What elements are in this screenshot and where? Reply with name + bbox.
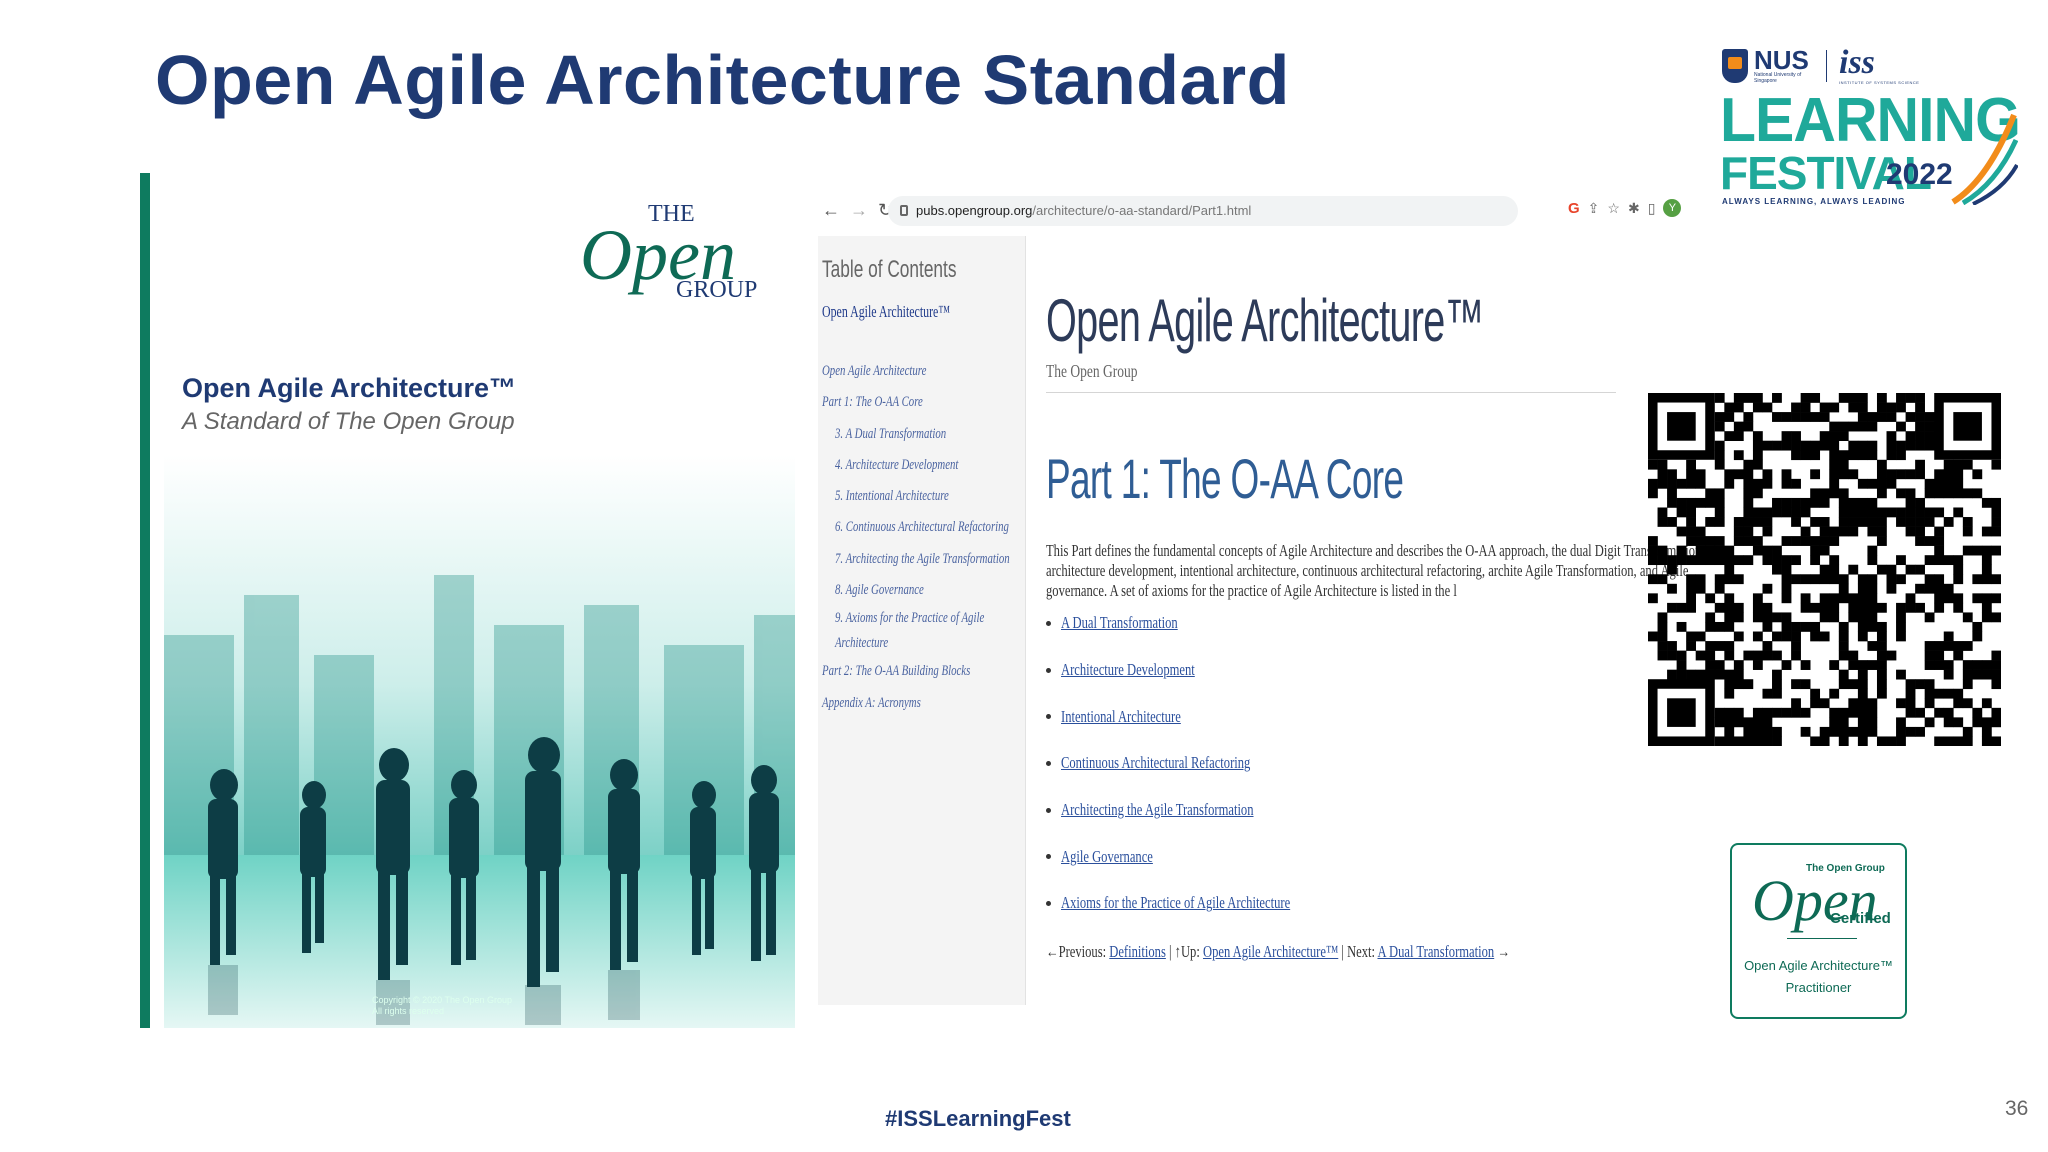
address-bar[interactable]: pubs.opengroup.org/architecture/o-aa-sta…: [888, 196, 1518, 226]
toc-item[interactable]: 9. Axioms for the Practice of Agile Arch…: [822, 606, 988, 656]
toc-heading: Table of Contents: [822, 256, 957, 283]
event-hashtag: #ISSLearningFest: [885, 1106, 1071, 1131]
toc-item[interactable]: 4. Architecture Development: [822, 450, 1010, 481]
url-text[interactable]: pubs.opengroup.org/architecture/o-aa-sta…: [916, 203, 1251, 218]
logo-divider: [1826, 49, 1827, 82]
next-label: | Next:: [1341, 942, 1376, 961]
chapter-list-item: Architecture Development: [1046, 647, 1371, 694]
google-icon[interactable]: G: [1568, 200, 1580, 217]
chapter-list-item: Agile Governance: [1046, 833, 1371, 880]
forward-icon[interactable]: →: [850, 200, 868, 221]
extensions-icon[interactable]: ✱: [1628, 200, 1640, 217]
cover-title: Open Agile Architecture™: [182, 373, 517, 403]
open-certified-badge: The Open Group Open Certified Open Agile…: [1730, 843, 1907, 1019]
document-publisher: The Open Group: [1046, 361, 1138, 381]
prev-label: ←Previous:: [1046, 942, 1107, 961]
toc-item[interactable]: 5. Intentional Architecture: [822, 481, 1010, 512]
chapter-link[interactable]: Intentional Architecture: [1061, 707, 1181, 727]
toc-item[interactable]: Open Agile Architecture: [822, 356, 1010, 387]
next-link[interactable]: A Dual Transformation: [1377, 942, 1494, 961]
toc-item[interactable]: 8. Agile Governance: [822, 575, 1010, 606]
part-description: This Part defines the fundamental concep…: [1046, 541, 1700, 600]
nus-label: NUS: [1754, 45, 1809, 75]
nus-crest-icon: [1722, 48, 1748, 83]
toc-list: Open Agile Architecture Part 1: The O-AA …: [822, 356, 1083, 719]
chapter-list-item: Intentional Architecture: [1046, 693, 1371, 740]
toc-item[interactable]: 7. Architecting the Agile Transformation: [822, 544, 1010, 575]
bullet-icon: [1046, 760, 1051, 766]
chapter-link[interactable]: Continuous Architectural Refactoring: [1061, 753, 1250, 773]
bullet-icon: [1046, 900, 1051, 906]
next-arrow: →: [1497, 942, 1510, 961]
table-of-contents: Table of Contents Open Agile Architectur…: [818, 236, 1026, 1005]
bullet-icon: [1046, 620, 1051, 626]
chapter-link[interactable]: Architecting the Agile Transformation: [1061, 800, 1254, 820]
festival-year: 2022: [1886, 158, 1953, 191]
badge-divider: [1787, 938, 1857, 939]
book-cover: THE Open GROUP Open Agile Architecture™ …: [140, 173, 795, 1028]
badge-credential: Open Agile Architecture™: [1744, 958, 1893, 973]
prev-link[interactable]: Definitions: [1109, 942, 1166, 961]
profile-avatar[interactable]: Y: [1663, 199, 1682, 217]
up-link[interactable]: Open Agile Architecture™: [1203, 942, 1338, 961]
open-group-logo-icon: THE Open GROUP: [580, 201, 757, 301]
badge-level: Practitioner: [1785, 980, 1852, 995]
page-navigation: ←Previous: Definitions | ↑Up: Open Agile…: [1046, 942, 1510, 962]
browser-window: ← → ↻ pubs.opengroup.org/architecture/o-…: [818, 190, 1700, 1005]
bullet-icon: [1046, 807, 1051, 813]
bullet-icon: [1046, 854, 1051, 860]
toc-item[interactable]: 3. A Dual Transformation: [822, 419, 1010, 450]
sidebar-icon[interactable]: ▯: [1648, 200, 1656, 217]
chapter-list-item: A Dual Transformation: [1046, 600, 1371, 647]
share-icon[interactable]: ⇪: [1588, 200, 1600, 217]
chapter-list-item: Architecting the Agile Transformation: [1046, 787, 1371, 834]
lock-icon: [900, 205, 908, 216]
up-label: | ↑Up:: [1169, 942, 1200, 961]
toc-item[interactable]: Part 1: The O-AA Core: [822, 387, 1010, 418]
cover-illustration: [164, 455, 795, 1028]
chapter-list-item: Axioms for the Practice of Agile Archite…: [1046, 880, 1371, 927]
title-divider: [1046, 392, 1616, 393]
copyright-line-2: All rights reserved: [372, 1005, 445, 1016]
qr-code[interactable]: [1648, 393, 2001, 746]
logo-group-text: GROUP: [676, 277, 757, 301]
bullet-icon: [1046, 667, 1051, 673]
toc-item[interactable]: Appendix A: Acronyms: [822, 688, 1010, 719]
toc-book-link[interactable]: Open Agile Architecture™: [822, 302, 950, 322]
chapter-list: A Dual Transformation Architecture Develo…: [1046, 600, 1371, 927]
part-heading: Part 1: The O-AA Core: [1046, 447, 1404, 510]
festival-tagline: ALWAYS LEARNING, ALWAYS LEADING: [1722, 197, 1906, 206]
toc-item[interactable]: Part 2: The O-AA Building Blocks: [822, 656, 1010, 687]
browser-toolbar: ← → ↻ pubs.opengroup.org/architecture/o-…: [818, 190, 1700, 234]
bookmark-star-icon[interactable]: ☆: [1607, 200, 1620, 217]
cover-copyright: Copyright © 2020 The Open Group All righ…: [372, 995, 512, 1017]
toc-item[interactable]: 6. Continuous Architectural Refactoring: [822, 512, 1010, 543]
document-content: Open Agile Architecture™ The Open Group …: [1046, 236, 1700, 1005]
document-title: Open Agile Architecture™: [1046, 287, 1484, 354]
back-icon[interactable]: ←: [822, 200, 840, 221]
learning-festival-logo: NUS National University of Singapore iss…: [1718, 40, 2021, 215]
page-number: 36: [2005, 1097, 2029, 1120]
chapter-list-item: Continuous Architectural Refactoring: [1046, 740, 1371, 787]
swoosh-icon: [1951, 113, 2018, 205]
badge-certified-label: Certified: [1830, 910, 1891, 927]
chapter-link[interactable]: Axioms for the Practice of Agile Archite…: [1061, 893, 1290, 913]
slide-title: Open Agile Architecture Standard: [155, 41, 1290, 119]
copyright-line-1: Copyright © 2020 The Open Group: [372, 995, 513, 1005]
cover-subtitle: A Standard of The Open Group: [182, 408, 515, 435]
bullet-icon: [1046, 714, 1051, 720]
iss-label: iss: [1839, 44, 1875, 81]
iss-sub-label: INSTITUTE OF SYSTEMS SCIENCE: [1839, 80, 1920, 85]
chapter-link[interactable]: Architecture Development: [1061, 660, 1195, 680]
cover-accent-bar: [140, 173, 150, 1028]
url-path: /architecture/o-aa-standard/Part1.html: [1032, 203, 1252, 218]
chapter-link[interactable]: A Dual Transformation: [1061, 613, 1178, 633]
chapter-link[interactable]: Agile Governance: [1061, 847, 1153, 867]
url-host: pubs.opengroup.org: [916, 203, 1033, 218]
